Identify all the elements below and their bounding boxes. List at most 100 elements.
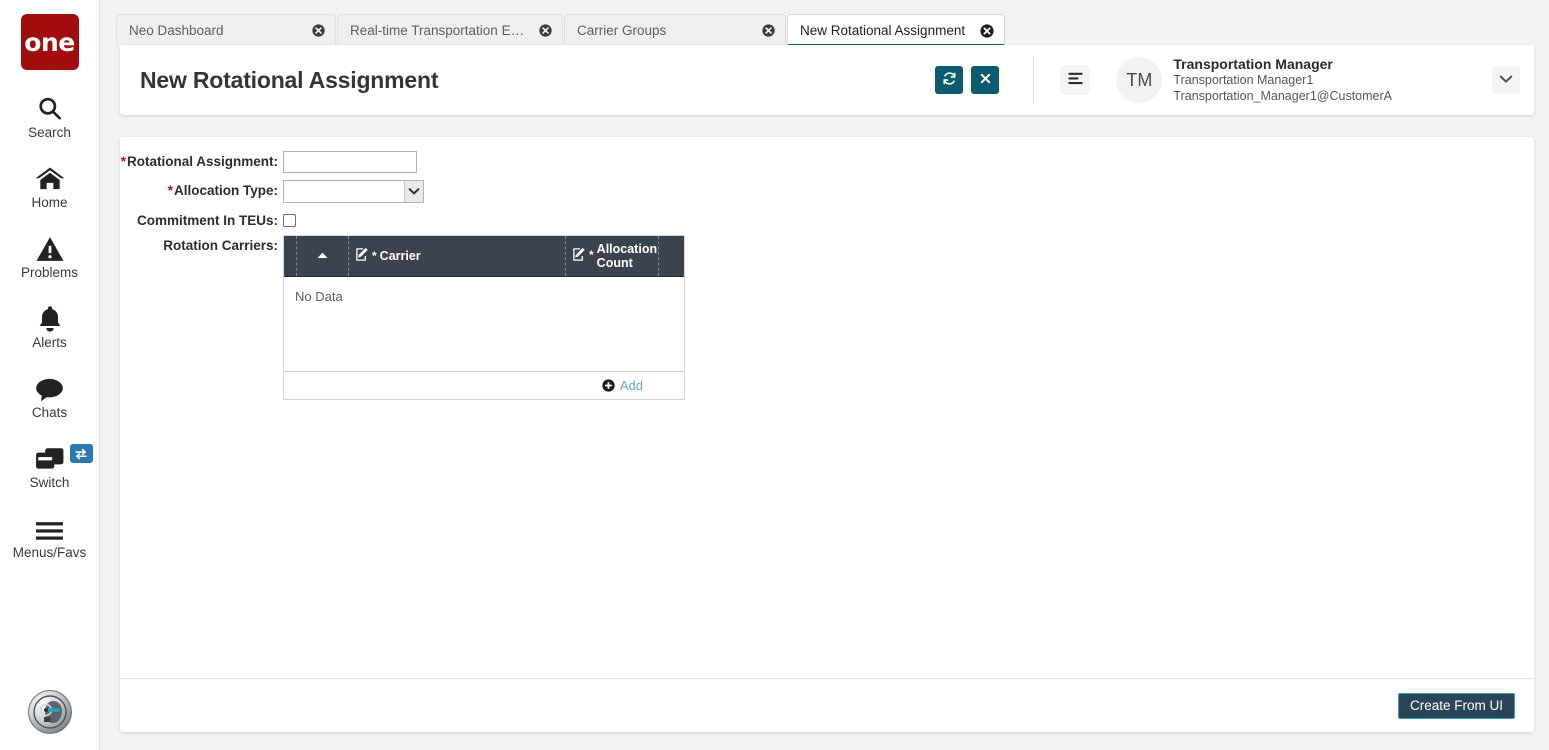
sidebar-item-label: Alerts <box>32 335 67 350</box>
swap-arrows-icon[interactable] <box>69 444 93 463</box>
required-marker: * <box>372 249 377 263</box>
user-login: Transportation Manager1 <box>1173 73 1314 88</box>
form-card: *Rotational Assignment: *Allocation Type… <box>120 137 1534 732</box>
sidebar-item-label: Problems <box>20 265 79 280</box>
rotational-assignment-control <box>283 151 417 173</box>
tab-label: Carrier Groups <box>577 23 667 38</box>
grid-header-row: * Carrier * Allocation Count <box>284 236 684 276</box>
required-marker: * <box>167 183 173 198</box>
bell-icon <box>32 302 68 332</box>
header-divider <box>1033 56 1035 104</box>
edit-pencil-icon <box>572 247 587 265</box>
brand-logo[interactable]: one <box>20 14 79 70</box>
sidebar-item-chats[interactable]: Chats <box>0 372 100 420</box>
grid-column-sort[interactable] <box>297 236 349 276</box>
edit-pencil-icon <box>355 247 370 265</box>
grid-column-carrier[interactable]: * Carrier <box>349 236 566 276</box>
ai-assistant-avatar[interactable] <box>28 690 72 734</box>
refresh-icon <box>942 71 957 89</box>
chat-bubble-icon <box>32 372 68 402</box>
add-row-button[interactable]: Add <box>602 378 643 393</box>
sidebar-item-switch[interactable]: Switch <box>0 442 100 490</box>
create-from-ui-button[interactable]: Create From UI <box>1397 692 1515 719</box>
brand-logo-text: one <box>24 27 75 57</box>
tab-carrier-groups[interactable]: Carrier Groups <box>564 14 786 46</box>
refresh-button[interactable] <box>935 66 964 94</box>
rotational-assignment-input[interactable] <box>283 151 417 173</box>
tab-label: New Rotational Assignment <box>800 23 966 38</box>
add-row-label: Add <box>619 378 643 393</box>
commitment-in-teus-checkbox[interactable] <box>283 214 296 227</box>
commitment-in-teus-control <box>283 210 296 227</box>
header-menu-button[interactable] <box>1060 65 1091 95</box>
tab-label: Real-time Transportation Executi... <box>350 23 525 38</box>
windows-stack-icon <box>32 442 68 472</box>
sidebar-item-label: Chats <box>31 405 68 420</box>
page-title: New Rotational Assignment <box>140 66 439 93</box>
application-window: one Search Home Problems Alerts Chats Sw… <box>0 0 1549 750</box>
sidebar-item-label: Home <box>31 195 68 210</box>
user-email: Transportation_Manager1@CustomerA <box>1173 88 1392 103</box>
user-info: Transportation Manager Transportation Ma… <box>1173 56 1392 105</box>
close-icon[interactable] <box>298 24 325 37</box>
hamburger-menu-icon <box>1067 71 1084 89</box>
sidebar-item-label: Switch <box>29 475 70 490</box>
rotation-carriers-label: Rotation Carriers: <box>120 235 280 253</box>
grid-column-label: Allocation Count <box>596 241 658 270</box>
rotational-assignment-label: *Rotational Assignment: <box>120 151 280 169</box>
warning-triangle-icon <box>32 232 68 262</box>
tab-real-time-transportation-execution[interactable]: Real-time Transportation Executi... <box>337 14 563 46</box>
tab-new-rotational-assignment[interactable]: New Rotational Assignment <box>787 14 1005 46</box>
label-text: Allocation Type: <box>173 183 278 198</box>
sidebar-item-alerts[interactable]: Alerts <box>0 302 100 350</box>
allocation-type-label: *Allocation Type: <box>120 180 280 198</box>
sort-asc-arrow-icon <box>316 249 329 263</box>
home-icon <box>32 162 68 192</box>
field-row-rotation-carriers: Rotation Carriers: * Carrier * Allocatio… <box>120 235 1534 400</box>
hamburger-icon <box>32 512 68 542</box>
close-icon[interactable] <box>748 24 775 37</box>
page-header-card: New Rotational Assignment TM Transportat… <box>120 45 1534 115</box>
grid-footer: Add <box>284 371 684 399</box>
close-button[interactable] <box>971 66 1000 94</box>
allocation-type-control <box>283 180 424 203</box>
sidebar-item-menus-favs[interactable]: Menus/Favs <box>0 512 100 560</box>
grid-empty-message: No Data <box>295 289 343 304</box>
close-icon[interactable] <box>966 23 994 38</box>
user-menu-toggle[interactable] <box>1492 66 1520 94</box>
rotation-carriers-control: * Carrier * Allocation Count No Data Add <box>283 235 685 400</box>
avatar-initials: TM <box>1126 69 1153 90</box>
required-marker: * <box>589 248 594 263</box>
sidebar-item-problems[interactable]: Problems <box>0 232 100 280</box>
close-x-icon <box>979 72 992 88</box>
tab-neo-dashboard[interactable]: Neo Dashboard <box>116 14 336 46</box>
left-sidebar: one Search Home Problems Alerts Chats Sw… <box>0 0 100 750</box>
form-area: *Rotational Assignment: *Allocation Type… <box>120 137 1534 678</box>
grid-column-handle <box>284 236 297 276</box>
sidebar-item-search[interactable]: Search <box>0 92 100 140</box>
tab-strip: Neo Dashboard Real-time Transportation E… <box>116 14 1006 46</box>
sidebar-item-home[interactable]: Home <box>0 162 100 210</box>
tab-label: Neo Dashboard <box>129 23 224 38</box>
sidebar-item-label: Menus/Favs <box>12 545 87 560</box>
commitment-in-teus-label: Commitment In TEUs: <box>120 210 280 228</box>
label-text: Commitment In TEUs: <box>136 213 278 228</box>
avatar[interactable]: TM <box>1116 57 1163 103</box>
header-actions: TM Transportation Manager Transportation… <box>927 45 1534 115</box>
sidebar-item-label: Search <box>28 125 71 140</box>
chevron-down-icon <box>1499 71 1513 89</box>
grid-body: No Data <box>284 276 684 371</box>
plus-circle-icon <box>602 379 615 392</box>
close-icon[interactable] <box>525 24 552 37</box>
grid-column-allocation-count[interactable]: * Allocation Count <box>566 236 659 276</box>
allocation-type-select[interactable] <box>283 180 424 203</box>
allocation-type-value <box>284 181 404 202</box>
search-icon <box>32 92 68 122</box>
field-row-allocation-type: *Allocation Type: <box>120 180 1534 203</box>
required-marker: * <box>120 154 126 169</box>
chevron-down-icon[interactable] <box>404 181 423 202</box>
grid-column-label: Carrier <box>379 249 421 263</box>
card-footer: Create From UI <box>120 678 1534 732</box>
label-text: Rotation Carriers: <box>163 238 278 253</box>
user-name: Transportation Manager <box>1173 55 1333 72</box>
